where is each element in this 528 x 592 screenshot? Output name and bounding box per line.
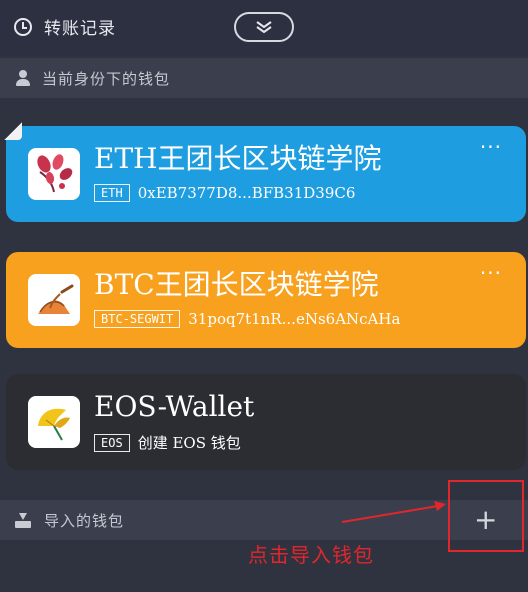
wallet-address: 0xEB7377D8...BFB31D39C6 [137,184,356,202]
eos-wallet-logo [28,396,80,448]
annotation-highlight-box [448,480,524,552]
wallet-address: 31poq7t1nR...eNs6ANcAHa [188,310,401,328]
annotation-text: 点击导入钱包 [248,543,374,567]
wallet-name: BTC王团长区块链学院 [94,268,379,301]
wallet-name: EOS-Wallet [94,390,255,423]
transfer-history-button[interactable]: 转账记录 [14,14,116,39]
chevron-down-icon [256,21,272,34]
eos-umbrella-icon [38,408,70,441]
import-icon [14,512,32,528]
create-eos-wallet-text: 创建 EOS 钱包 [137,434,241,452]
wallet-chain-row: BTC-SEGWIT 31poq7t1nR...eNs6ANcAHa [94,310,400,328]
btc-wallet-logo [28,274,80,326]
chain-badge: BTC-SEGWIT [94,310,181,328]
wallet-name: ETH王团长区块链学院 [94,142,382,175]
more-icon[interactable]: ··· [480,137,502,157]
person-icon [16,70,30,86]
top-bar: 转账记录 [0,0,528,56]
chain-badge: EOS [94,433,130,452]
identity-wallets-header: 当前身份下的钱包 [0,58,528,98]
collapse-button[interactable] [234,12,294,42]
corner-fold [4,122,22,140]
annotation-arrow-icon [341,501,446,523]
wallet-card-eos[interactable]: EOS-Wallet EOS 创建 EOS 钱包 [6,374,526,470]
more-icon[interactable]: ··· [480,263,502,283]
eth-wallet-logo [28,148,80,200]
clock-icon [14,17,32,36]
wallet-chain-row: ETH 0xEB7377D8...BFB31D39C6 [94,184,355,202]
wallet-card-btc[interactable]: BTC王团长区块链学院 BTC-SEGWIT 31poq7t1nR...eNs6… [6,252,526,348]
wallet-card-eth[interactable]: ETH王团长区块链学院 ETH 0xEB7377D8...BFB31D39C6 … [4,122,526,222]
wallet-chain-row: EOS 创建 EOS 钱包 [94,432,241,453]
transfer-history-label: 转账记录 [44,19,116,39]
chain-badge: ETH [94,184,130,202]
btc-fan-icon [38,284,74,314]
eth-flower-icon [37,154,73,193]
imported-wallets-label: 导入的钱包 [44,511,125,530]
identity-wallets-label: 当前身份下的钱包 [42,69,171,88]
